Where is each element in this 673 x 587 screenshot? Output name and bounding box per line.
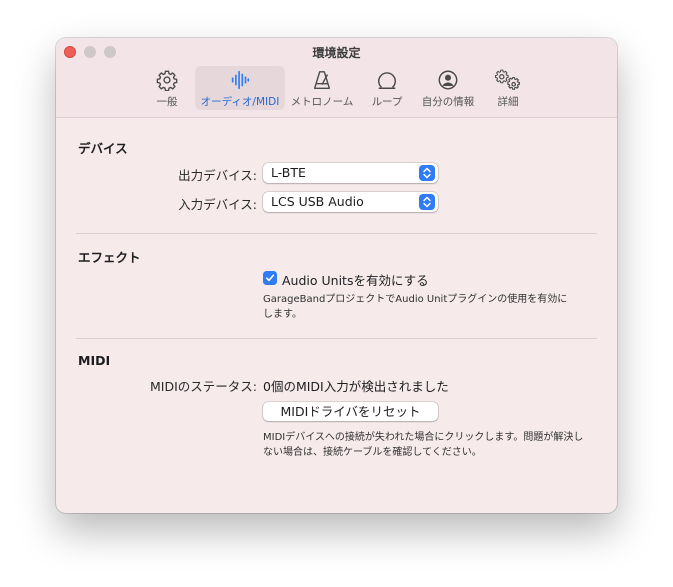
- midi-status-label: MIDIのステータス:: [150, 379, 257, 394]
- tab-general[interactable]: 一般: [144, 66, 190, 110]
- tab-audio-midi-label: オーディオ/MIDI: [200, 96, 280, 108]
- tab-advanced[interactable]: 詳細: [486, 66, 530, 110]
- input-device-value: LCS USB Audio: [271, 194, 364, 209]
- popup-chevrons-icon: [419, 165, 435, 181]
- popup-chevrons-icon: [419, 194, 435, 210]
- audio-units-checkbox[interactable]: [263, 271, 277, 285]
- checkmark-icon: [266, 274, 275, 282]
- tab-metronome-label: メトロノーム: [290, 96, 354, 108]
- audio-units-note-line2: します。: [263, 309, 302, 320]
- person-icon: [438, 70, 458, 90]
- audio-units-label[interactable]: Audio Unitsを有効にする: [282, 270, 429, 289]
- output-device-label: 出力デバイス:: [178, 168, 257, 183]
- toolbar: 環境設定 一般 オーディオ/MIDI メトロノーム ループ 自分の情報 詳細: [56, 38, 617, 118]
- midi-note-line1: MIDIデバイスへの接続が失われた場合にクリックします。問題が解決し: [263, 432, 584, 443]
- section-divider: [76, 233, 597, 234]
- effects-section-title: エフェクト: [78, 250, 141, 265]
- midi-note-line2: ない場合は、接続ケーブルを確認してください。: [263, 447, 482, 458]
- devices-section-title: デバイス: [78, 141, 128, 156]
- tab-metronome[interactable]: メトロノーム: [289, 66, 355, 110]
- tab-general-label: 一般: [156, 96, 178, 108]
- loop-icon: [378, 72, 396, 89]
- tab-loops[interactable]: ループ: [364, 66, 410, 110]
- input-device-label: 入力デバイス:: [178, 197, 257, 212]
- tab-my-info-label: 自分の情報: [421, 96, 475, 108]
- midi-note: MIDIデバイスへの接続が失われた場合にクリックします。問題が解決し ない場合は…: [263, 430, 583, 460]
- audio-units-note-line1: GarageBandプロジェクトでAudio Unitプラグインの使用を有効に: [263, 294, 568, 305]
- midi-section-title: MIDI: [78, 353, 111, 368]
- reset-midi-drivers-button[interactable]: MIDIドライバをリセット: [263, 402, 438, 421]
- audio-waveform-icon: [231, 70, 250, 90]
- preferences-window: 環境設定 一般 オーディオ/MIDI メトロノーム ループ 自分の情報 詳細 デ…: [56, 38, 617, 513]
- tab-advanced-label: 詳細: [497, 96, 519, 108]
- midi-status-value: 0個のMIDI入力が検出されました: [263, 379, 449, 394]
- tab-audio-midi[interactable]: オーディオ/MIDI: [195, 66, 285, 110]
- tab-my-info[interactable]: 自分の情報: [416, 66, 480, 110]
- audio-units-note: GarageBandプロジェクトでAudio Unitプラグインの使用を有効に …: [263, 292, 567, 322]
- gear-icon: [156, 70, 178, 91]
- input-device-popup[interactable]: LCS USB Audio: [263, 192, 438, 212]
- output-device-popup[interactable]: L-BTE: [263, 163, 438, 183]
- tab-loops-label: ループ: [371, 96, 403, 108]
- metronome-icon: [313, 71, 331, 89]
- gears-icon: [494, 69, 520, 90]
- output-device-value: L-BTE: [271, 165, 306, 180]
- window-title: 環境設定: [312, 46, 361, 60]
- section-divider: [76, 338, 597, 339]
